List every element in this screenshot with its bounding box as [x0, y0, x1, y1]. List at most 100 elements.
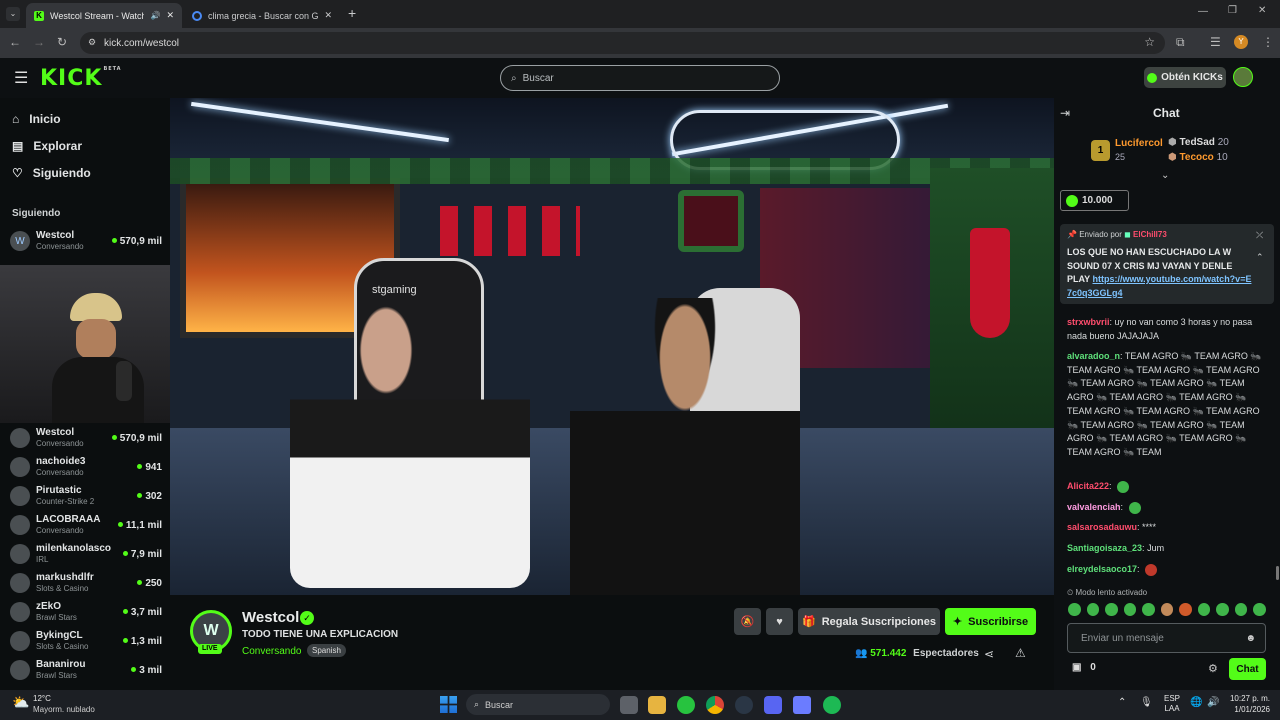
emote-icon[interactable] — [1142, 603, 1155, 616]
share-icon[interactable]: ⋖ — [984, 647, 994, 661]
browser-menu-icon[interactable]: ⋮ — [1262, 35, 1274, 49]
sidebar-channel-pirutastic[interactable]: Pirutastic Counter-Strike 2 302 — [10, 482, 162, 510]
microphone-icon[interactable]: 🎙 — [1140, 697, 1153, 708]
emote-icon[interactable] — [1160, 603, 1174, 616]
sidebar-channel-bykingcl[interactable]: BykingCL Slots & Casino 1,3 mil — [10, 627, 162, 655]
profile-avatar[interactable]: Y — [1234, 35, 1248, 49]
whatsapp-icon[interactable] — [677, 696, 695, 714]
search-input[interactable]: ⌕ Buscar — [500, 65, 780, 91]
video-player[interactable]: stgaming — [170, 98, 1054, 595]
sidebar-channel-top[interactable]: W Westcol Conversando 570,9 mil — [10, 227, 162, 255]
sidebar-channel-nachoide3[interactable]: nachoide3 Conversando 941 — [10, 453, 162, 481]
collapse-pin-icon[interactable]: ⌃ — [1256, 252, 1264, 263]
chat-username[interactable]: valvalenciah — [1067, 502, 1121, 512]
tab-close-icon[interactable]: ✕ — [166, 10, 174, 21]
weather-icon[interactable]: ⛅ — [12, 694, 29, 711]
reading-list-icon[interactable]: ☰ — [1210, 35, 1221, 49]
nav-siguiendo[interactable]: ♡ Siguiendo — [12, 166, 91, 180]
sidebar-channel-lacobraaa[interactable]: LACOBRAAA Conversando 11,1 mil — [10, 511, 162, 539]
sidebar-channel-milenkanolasco[interactable]: milenkanolasco IRL 7,9 mil — [10, 540, 162, 568]
leaderboard-first-name[interactable]: Lucifercol — [1115, 138, 1163, 149]
tab-close-icon[interactable]: ✕ — [324, 10, 332, 21]
tab-list-chevron-icon[interactable]: ⌄ — [6, 7, 20, 21]
weather-temp[interactable]: 12°C — [33, 694, 51, 703]
emote-icon[interactable] — [1216, 603, 1229, 616]
report-icon[interactable]: ⚠ — [1015, 646, 1026, 660]
emote-icon[interactable] — [1086, 603, 1100, 616]
chat-username[interactable]: Santiagoisaza_23 — [1067, 543, 1142, 553]
emote-icon[interactable] — [1123, 603, 1137, 616]
menu-icon[interactable]: ☰ — [14, 68, 28, 88]
language-tag[interactable]: Spanish — [307, 644, 346, 657]
chat-settings-icon[interactable]: ⚙ — [1208, 662, 1218, 675]
spotify-icon[interactable] — [823, 696, 841, 714]
emote-icon[interactable] — [1234, 603, 1248, 616]
collapse-chat-icon[interactable]: ⇥ — [1060, 106, 1070, 120]
channel-name[interactable]: Westcol — [242, 609, 299, 626]
chat-username[interactable]: alvaradoo_n — [1067, 351, 1120, 361]
emote-icon[interactable] — [1105, 603, 1118, 616]
network-icon[interactable]: 🌐 — [1190, 697, 1202, 708]
chat-username[interactable]: Alicita222 — [1067, 481, 1109, 491]
new-tab-icon[interactable]: + — [348, 5, 356, 21]
close-window-icon[interactable]: ✕ — [1258, 5, 1266, 16]
weather-desc[interactable]: Mayorm. nublado — [33, 705, 95, 714]
forward-icon[interactable]: → — [33, 35, 45, 49]
follow-button[interactable]: ♥ — [766, 608, 793, 635]
maximize-icon[interactable]: ❐ — [1228, 5, 1237, 16]
audio-icon[interactable]: 🔊 — [150, 11, 160, 20]
file-explorer-icon[interactable] — [648, 696, 666, 714]
language-indicator[interactable]: ESP LAA — [1164, 694, 1180, 714]
nav-inicio[interactable]: ⌂ Inicio — [12, 112, 61, 126]
chat-send-button[interactable]: Chat — [1229, 658, 1266, 680]
unpin-icon[interactable]: ⤫ — [1256, 230, 1263, 241]
sidebar-channel-zeko[interactable]: zEkO Brawl Stars 3,7 mil — [10, 598, 162, 626]
emote-icon[interactable] — [1197, 603, 1211, 616]
kicks-gift-pill[interactable]: 10.000 — [1060, 190, 1129, 211]
minimize-icon[interactable]: — — [1198, 6, 1208, 17]
discord-icon[interactable] — [764, 696, 782, 714]
emoji-icon[interactable]: ☻ — [1245, 633, 1256, 644]
channel-points[interactable]: ▣ 0 — [1072, 662, 1096, 673]
notifications-button[interactable]: 🔕 — [734, 608, 761, 635]
sidebar-channel-markushdlfr[interactable]: markushdlfr Slots & Casino 250 — [10, 569, 162, 597]
stream-category[interactable]: Conversando — [242, 646, 301, 657]
address-bar[interactable]: ⚙ kick.com/westcol ☆ — [80, 32, 1165, 54]
chat-input[interactable]: Enviar un mensaje ☻ — [1067, 623, 1266, 653]
bookmark-star-icon[interactable]: ☆ — [1144, 35, 1155, 49]
sidebar-channel-bananirou[interactable]: Bananirou Brawl Stars 3 mil — [10, 656, 162, 684]
task-view-icon[interactable] — [620, 696, 638, 714]
emote-icon[interactable] — [1179, 603, 1192, 616]
tab-clima[interactable]: clima grecia - Buscar con Goog ✕ — [184, 3, 340, 28]
leaderboard-third[interactable]: ⬢ Tecoco 10 — [1168, 152, 1228, 163]
steam-icon[interactable] — [735, 696, 753, 714]
chrome-icon[interactable] — [706, 696, 724, 714]
get-kicks-button[interactable]: Obtén KICKs — [1144, 67, 1226, 88]
expand-leaderboard-icon[interactable]: ⌄ — [1161, 170, 1169, 181]
sidebar-channel-westcol[interactable]: Westcol Conversando 570,9 mil — [10, 424, 162, 452]
gift-subs-button[interactable]: 🎁 Regala Suscripciones — [798, 608, 940, 635]
tab-westcol[interactable]: K Westcol Stream - Watch Li 🔊 ✕ — [26, 3, 182, 28]
kick-logo[interactable]: KICKBETA — [40, 66, 122, 91]
chat-username[interactable]: strxwbvrii — [1067, 317, 1110, 327]
back-icon[interactable]: ← — [9, 35, 21, 49]
chat-username[interactable]: elreydelsaoco17 — [1067, 564, 1137, 574]
leaderboard-second[interactable]: ⬢ TedSad 20 — [1168, 137, 1229, 148]
reload-icon[interactable]: ↻ — [57, 35, 67, 49]
chat-username[interactable]: salsarosadauwu — [1067, 522, 1137, 532]
chat-scrollbar[interactable] — [1276, 566, 1279, 580]
extensions-icon[interactable]: ⧉ — [1176, 35, 1185, 50]
taskbar-search[interactable]: ⌕ Buscar — [466, 694, 610, 715]
system-tray-chevron-icon[interactable]: ⌃ — [1118, 697, 1126, 708]
clock[interactable]: 10:27 p. m. 1/01/2026 — [1226, 693, 1270, 715]
app-icon[interactable] — [793, 696, 811, 714]
nav-explorar[interactable]: ▤ Explorar — [12, 139, 82, 153]
emote-icon[interactable] — [1253, 603, 1267, 616]
emote-bar[interactable] — [1068, 603, 1267, 617]
pinned-link[interactable]: https://www.youtube.com/watch?v=E7c0q3GG… — [1067, 274, 1251, 298]
subscribe-button[interactable]: ✦ Suscribirse — [945, 608, 1036, 635]
site-info-icon[interactable]: ⚙ — [88, 37, 96, 48]
emote-icon[interactable] — [1068, 603, 1081, 616]
user-avatar[interactable] — [1233, 67, 1253, 87]
volume-icon[interactable]: 🔊 — [1207, 697, 1219, 708]
